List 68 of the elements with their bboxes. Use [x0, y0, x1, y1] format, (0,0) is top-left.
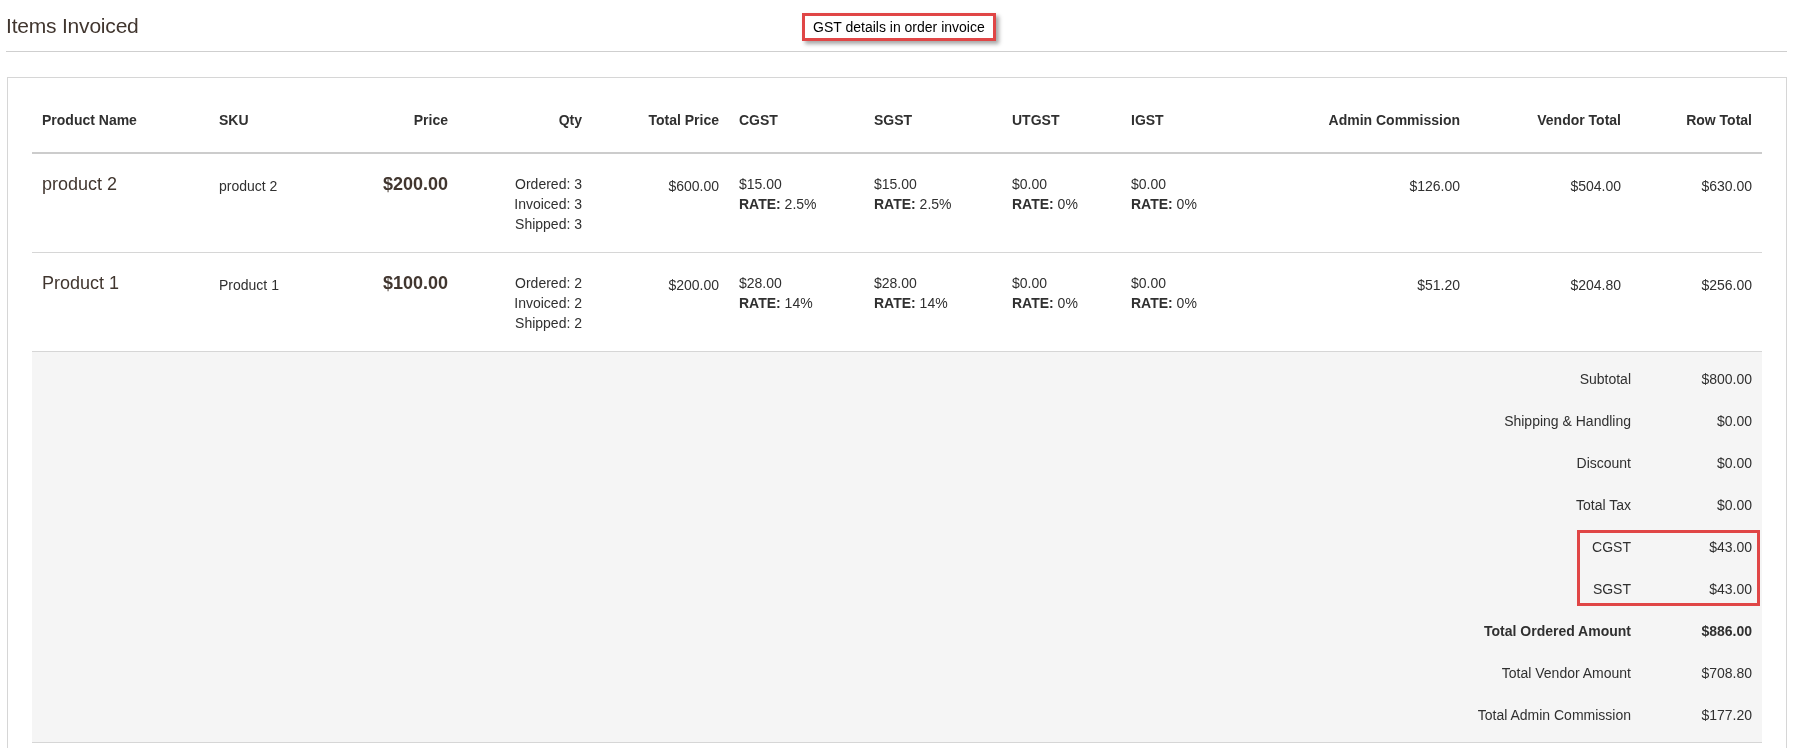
sku-text: product 2: [219, 177, 278, 194]
total-label: Total Ordered Amount: [1484, 623, 1632, 639]
column-header: SGST: [874, 112, 913, 128]
tax-rate: RATE: 0%: [1131, 294, 1198, 313]
product-name: product 2: [42, 174, 118, 194]
amount-text: $204.80: [1570, 276, 1621, 293]
column-header: Admin Commission: [1328, 112, 1460, 128]
tax-amount: $28.00: [874, 274, 918, 293]
column-header: CGST: [739, 112, 778, 128]
product-name: Product 1: [42, 273, 120, 293]
quantity-text: Invoiced: 2: [513, 294, 582, 313]
total-value: $0.00: [1715, 497, 1753, 513]
price-text: $200.00: [382, 174, 448, 194]
tax-amount: $0.00: [1012, 175, 1049, 194]
annotation-callout: GST details in order invoice: [802, 13, 996, 41]
sku-text: Product 1: [219, 276, 279, 293]
tax-rate: RATE: 0%: [1012, 195, 1079, 214]
tax-rate: RATE: 14%: [739, 294, 814, 313]
tax-rate: RATE: 2.5%: [739, 195, 818, 214]
column-header: Vendor Total: [1537, 112, 1621, 128]
tax-amount: $15.00: [874, 175, 918, 194]
total-value: $800.00: [1700, 371, 1753, 387]
tax-amount: $0.00: [1131, 175, 1168, 194]
quantity-text: Invoiced: 3: [513, 195, 582, 214]
column-header: Row Total: [1686, 112, 1752, 128]
total-label: Shipping & Handling: [1504, 413, 1632, 429]
total-value: $177.20: [1700, 707, 1753, 723]
amount-text: $51.20: [1417, 276, 1460, 293]
amount-text: $200.00: [668, 276, 719, 293]
total-label: Total Vendor Amount: [1501, 665, 1632, 681]
total-label: Total Tax: [1576, 497, 1632, 513]
tax-rate: RATE: 0%: [1131, 195, 1198, 214]
amount-text: $630.00: [1701, 177, 1752, 194]
quantity-text: Shipped: 3: [514, 215, 582, 234]
total-value: $0.00: [1715, 413, 1753, 429]
total-value: $43.00: [1708, 539, 1753, 555]
total-label: SGST: [1592, 581, 1632, 597]
total-value: $43.00: [1708, 581, 1753, 597]
tax-amount: $0.00: [1012, 274, 1049, 293]
column-header: Qty: [558, 112, 582, 128]
total-label: Discount: [1576, 455, 1632, 471]
quantity-text: Ordered: 3: [514, 175, 582, 194]
column-header: Product Name: [42, 112, 137, 128]
tax-rate: RATE: 2.5%: [874, 195, 953, 214]
tax-rate: RATE: 14%: [874, 294, 949, 313]
price-text: $100.00: [382, 273, 448, 293]
tax-rate: RATE: 0%: [1012, 294, 1079, 313]
total-label: Total Admin Commission: [1477, 707, 1632, 723]
tax-amount: $28.00: [739, 274, 783, 293]
column-header: SKU: [219, 112, 249, 128]
amount-text: $256.00: [1701, 276, 1752, 293]
total-value: $886.00: [1700, 623, 1753, 639]
total-label: Subtotal: [1579, 371, 1632, 387]
column-header: Price: [413, 112, 448, 128]
amount-text: $600.00: [668, 177, 719, 194]
column-header: Total Price: [648, 112, 719, 128]
section-title: Items Invoiced: [6, 13, 139, 38]
total-label: CGST: [1592, 539, 1632, 555]
tax-amount: $0.00: [1131, 274, 1168, 293]
total-value: $0.00: [1715, 455, 1753, 471]
tax-amount: $15.00: [739, 175, 783, 194]
column-header: IGST: [1131, 112, 1164, 128]
total-value: $708.80: [1700, 665, 1753, 681]
amount-text: $504.00: [1570, 177, 1621, 194]
quantity-text: Ordered: 2: [514, 274, 582, 293]
quantity-text: Shipped: 2: [514, 314, 582, 333]
column-header: UTGST: [1012, 112, 1060, 128]
amount-text: $126.00: [1409, 177, 1460, 194]
